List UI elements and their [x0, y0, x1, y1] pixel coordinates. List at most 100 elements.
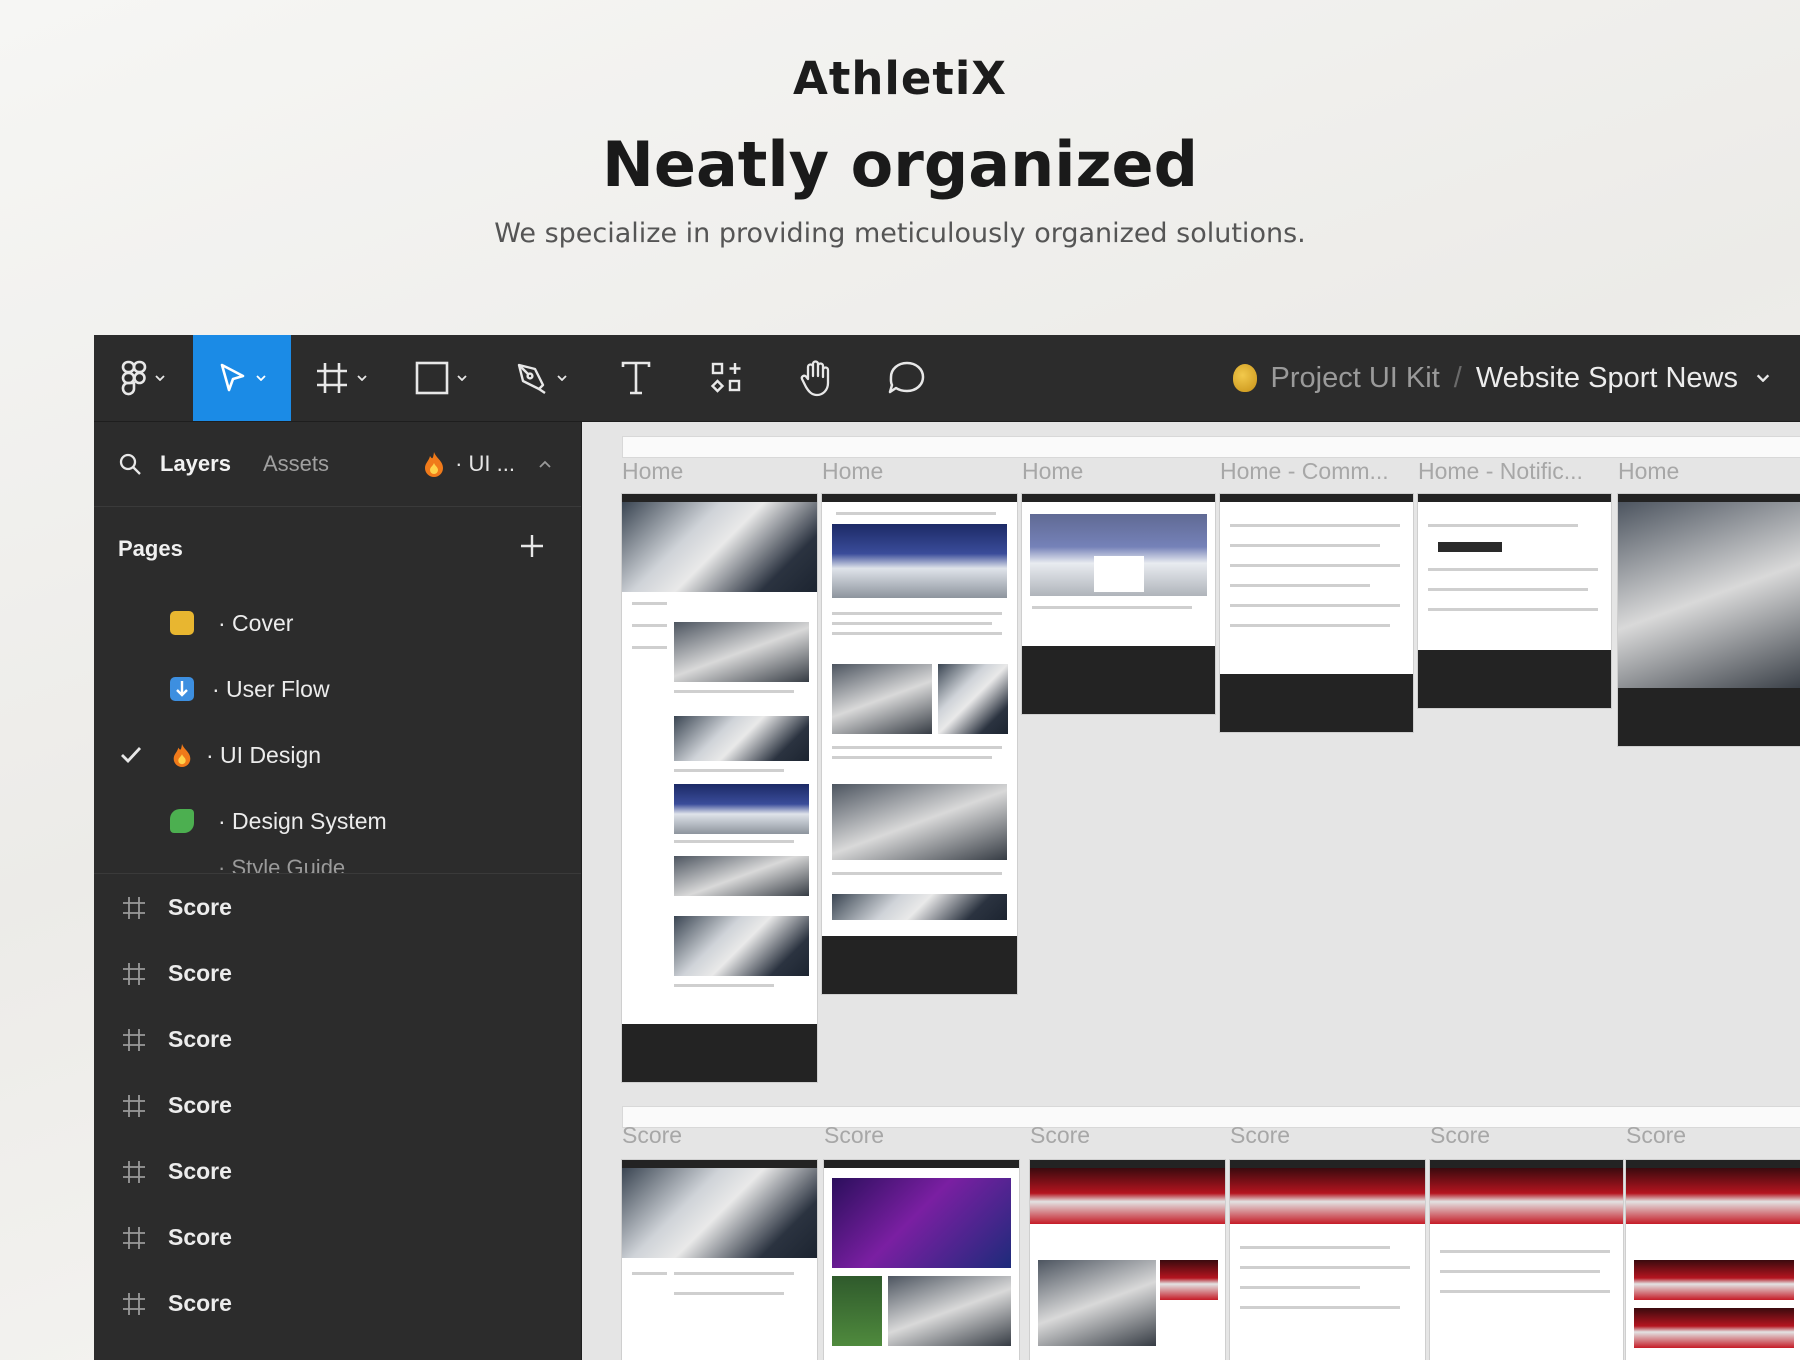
frame-label[interactable]: Home: [822, 458, 992, 485]
page-label: · UI Design: [206, 742, 322, 768]
frame-hash-icon: [123, 1029, 145, 1051]
sidebar-tabs: Layers Assets · UI ...: [94, 422, 581, 507]
article-photo: [938, 664, 1008, 734]
frame-score-1[interactable]: [622, 1160, 817, 1360]
frame-score-5[interactable]: [1430, 1160, 1623, 1360]
shape-tool-button[interactable]: [391, 335, 491, 421]
clapping-hands-icon: [170, 611, 194, 635]
article-photo: [1038, 1260, 1156, 1346]
frame-label[interactable]: Home: [1618, 458, 1788, 485]
chevron-down-icon: [155, 375, 165, 381]
checkmark-icon: [121, 747, 142, 764]
resources-tool-button[interactable]: [682, 335, 772, 421]
frame-score-6[interactable]: [1626, 1160, 1800, 1360]
frame-score-2[interactable]: [824, 1160, 1019, 1360]
article-photo: [888, 1276, 1011, 1346]
figma-logo-icon: [121, 360, 147, 396]
hero-photo: [1618, 502, 1800, 692]
layer-frame-score[interactable]: Score: [94, 1006, 581, 1072]
modal-dialog: [1094, 556, 1144, 592]
page-label: · Design System: [218, 808, 387, 834]
main-menu-button[interactable]: [94, 335, 192, 421]
hero-photo: [832, 524, 1007, 598]
layer-label: Score: [168, 894, 232, 920]
layer-frame-score[interactable]: Score: [94, 1072, 581, 1138]
chevron-down-icon: [256, 375, 266, 381]
page-item-user-flow[interactable]: · User Flow: [94, 657, 581, 723]
section-header-bar: [622, 436, 1800, 458]
frame-home-notifications[interactable]: [1418, 494, 1611, 708]
page-item-ui-design[interactable]: · UI Design: [94, 723, 581, 789]
notification-chip: [1438, 542, 1502, 552]
cursor-arrow-icon: [220, 363, 245, 392]
frame-hash-icon: [123, 1095, 145, 1117]
article-photo: [832, 784, 1007, 860]
layer-frame-score[interactable]: Score: [94, 1138, 581, 1204]
text-t-icon: [621, 361, 651, 395]
hero-photo: [622, 1168, 817, 1258]
chevron-down-icon[interactable]: [1756, 374, 1770, 382]
frame-label[interactable]: Home: [622, 458, 792, 485]
frame-tool-button[interactable]: [291, 335, 391, 421]
frame-home-comments[interactable]: [1220, 494, 1413, 732]
pen-nib-icon: [517, 363, 546, 394]
file-breadcrumb: Project UI Kit / Website Sport News: [1232, 335, 1770, 421]
frame-label[interactable]: Score: [622, 1122, 792, 1149]
tab-layers[interactable]: Layers: [160, 451, 231, 477]
article-photo: [674, 856, 809, 896]
project-name[interactable]: Project UI Kit: [1271, 362, 1440, 395]
frame-label[interactable]: Score: [1626, 1122, 1796, 1149]
search-icon[interactable]: [118, 452, 142, 476]
file-name[interactable]: Website Sport News: [1476, 362, 1738, 395]
layer-label: Score: [168, 1224, 232, 1250]
frame-home-2[interactable]: [822, 494, 1017, 994]
frame-label[interactable]: Home: [1022, 458, 1192, 485]
layer-frame-score[interactable]: Score: [94, 874, 581, 940]
team-banner: [1626, 1168, 1800, 1224]
frame-hash-icon: [123, 1293, 145, 1315]
subtitle: We specialize in providing meticulously …: [494, 218, 1306, 249]
layer-label: Score: [168, 960, 232, 986]
current-page-selector[interactable]: · UI ...: [423, 422, 551, 506]
layer-frame-score[interactable]: Score: [94, 1204, 581, 1270]
layer-frame-score[interactable]: Score: [94, 940, 581, 1006]
comment-tool-button[interactable]: [862, 335, 952, 421]
layer-label: Score: [168, 1092, 232, 1118]
frame-label[interactable]: Score: [1230, 1122, 1400, 1149]
design-canvas[interactable]: Home Home Home Home - Comm... Home - Not…: [582, 422, 1800, 1360]
section-header-bar: [622, 1106, 1800, 1128]
team-banner: [1430, 1168, 1623, 1224]
frame-score-4[interactable]: [1230, 1160, 1425, 1360]
pitch-lineup: [832, 1276, 882, 1346]
headline: Neatly organized: [602, 128, 1198, 201]
tab-assets[interactable]: Assets: [263, 451, 329, 477]
frame-label[interactable]: Score: [1030, 1122, 1200, 1149]
frame-hash-icon: [123, 963, 145, 985]
hero-photo: [622, 502, 817, 592]
frame-home-1[interactable]: [622, 494, 817, 1082]
match-banner: [832, 1178, 1011, 1268]
frame-label[interactable]: Score: [1430, 1122, 1600, 1149]
toolbar: Project UI Kit / Website Sport News: [94, 335, 1800, 422]
down-arrow-box-icon: [170, 677, 194, 701]
move-tool-button[interactable]: [193, 335, 291, 421]
chevron-down-icon: [457, 375, 467, 381]
page-item-style-guide-partial[interactable]: · Style Guide: [94, 855, 581, 874]
page-item-cover[interactable]: · Cover: [94, 591, 581, 657]
hand-tool-button[interactable]: [772, 335, 862, 421]
page-item-design-system[interactable]: · Design System: [94, 789, 581, 855]
pen-tool-button[interactable]: [491, 335, 591, 421]
article-photo: [832, 664, 932, 734]
article-photo: [674, 784, 809, 834]
frame-label[interactable]: Home - Notific...: [1418, 458, 1598, 485]
frame-label[interactable]: Score: [824, 1122, 994, 1149]
frame-score-3[interactable]: [1030, 1160, 1225, 1360]
frame-home-6[interactable]: [1618, 494, 1800, 746]
design-app-window: Project UI Kit / Website Sport News Laye…: [94, 335, 1800, 1360]
add-page-plus-icon[interactable]: [519, 533, 545, 559]
frame-label[interactable]: Home - Comm...: [1220, 458, 1400, 485]
brand-name: AthletiX: [793, 52, 1007, 105]
text-tool-button[interactable]: [591, 335, 681, 421]
layer-frame-score[interactable]: Score: [94, 1270, 581, 1336]
frame-home-3[interactable]: [1022, 494, 1215, 714]
